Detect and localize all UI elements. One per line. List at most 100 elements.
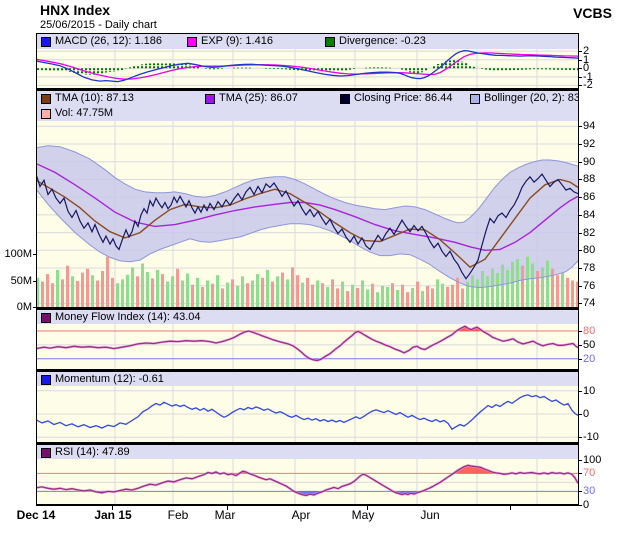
legend-item: Momentum (12): -0.61 (41, 372, 164, 387)
axis-tick-mark (578, 144, 582, 145)
volume-bar (121, 279, 124, 307)
volume-bar (136, 276, 139, 307)
volume-bar (546, 260, 549, 307)
volume-bar (421, 291, 424, 307)
plot-momentum (37, 386, 578, 442)
volume-bar (146, 272, 149, 307)
axis-tick-mark (578, 414, 582, 415)
volume-bar (451, 285, 454, 307)
volume-bar (566, 278, 569, 307)
volume-bar (201, 287, 204, 307)
volume-bar (361, 281, 364, 308)
legend-label: Money Flow Index (14): 43.04 (55, 310, 201, 325)
volume-bar (501, 265, 504, 307)
volume-bar (306, 278, 309, 307)
tma10-swatch-icon (41, 94, 51, 104)
volume-bar (441, 284, 444, 307)
axis-tick-mark (578, 391, 582, 392)
volume-bar (161, 274, 164, 307)
axis-tick-mark (578, 345, 582, 346)
volume-bar (166, 282, 169, 307)
volume-bar (351, 285, 354, 307)
volume-bar (391, 283, 394, 307)
volume-bar (511, 262, 514, 307)
y-axis-label: -10 (583, 431, 599, 443)
legend-label: MACD (26, 12): 1.186 (55, 34, 162, 49)
axis-tick-mark (578, 77, 582, 78)
legend-item: EXP (9): 1.416 (187, 34, 273, 49)
macd-swatch-icon (41, 37, 51, 47)
legend-label: RSI (14): 47.89 (55, 445, 130, 460)
legend-label: TMA (25): 86.07 (219, 91, 298, 106)
volume-bar (176, 269, 179, 307)
volume-bar (436, 279, 439, 307)
volume-axis-label: 0M (1, 301, 32, 313)
volume-bar (541, 267, 544, 307)
volume-bar (516, 259, 519, 307)
volume-bar (116, 283, 119, 307)
volume-bar (96, 281, 99, 308)
volume-bar (381, 286, 384, 307)
volume-bar (356, 288, 359, 307)
volume-axis-label: 50M (1, 275, 32, 287)
volume-bar (331, 279, 334, 307)
chart-area: MACD (26, 12): 1.186EXP (9): 1.416Diverg… (0, 0, 620, 535)
volume-bar (401, 285, 404, 307)
volume-swatch-icon (41, 109, 51, 119)
legend-label: Vol: 47.75M (55, 106, 113, 121)
volume-bar (196, 278, 199, 307)
y-axis-label: 88 (583, 173, 595, 185)
axis-tick-mark (578, 331, 582, 332)
volume-bar (431, 288, 434, 307)
volume-bar (491, 269, 494, 307)
x-axis-tick (510, 506, 511, 510)
volume-bar (561, 273, 564, 307)
volume-bar (386, 287, 389, 307)
y-axis-label: 94 (583, 120, 595, 132)
volume-tick-mark (33, 281, 37, 282)
legend-item: Vol: 47.75M (41, 106, 113, 121)
volume-bar (316, 281, 319, 308)
closing-price-swatch-icon (340, 94, 350, 104)
volume-bar (206, 281, 209, 308)
momentum-swatch-icon (41, 375, 51, 385)
volume-bar (346, 291, 349, 307)
legend-price: TMA (10): 87.13TMA (25): 86.07Closing Pr… (37, 91, 578, 121)
legend-rsi: RSI (14): 47.89 (37, 445, 578, 459)
legend-label: Bollinger (20, 2): 83.21 - 89.5 (484, 91, 579, 106)
volume-bar (556, 275, 559, 307)
volume-bar (321, 283, 324, 307)
volume-bar (536, 271, 539, 307)
volume-bar (486, 276, 489, 307)
volume-bar (461, 288, 464, 307)
axis-tick-mark (578, 60, 582, 61)
axis-tick-mark (578, 303, 582, 304)
axis-tick-mark (578, 233, 582, 234)
legend-item: Bollinger (20, 2): 83.21 - 89.5 (470, 91, 579, 106)
volume-bar (251, 281, 254, 308)
volume-bar (396, 290, 399, 307)
volume-bar (481, 271, 484, 307)
volume-bar (416, 282, 419, 307)
axis-tick-mark (578, 268, 582, 269)
axis-tick-mark (578, 505, 582, 506)
axis-tick-mark (578, 179, 582, 180)
volume-bar (151, 278, 154, 307)
legend-label: Momentum (12): -0.61 (55, 372, 164, 387)
y-axis-label: -2 (583, 79, 593, 91)
volume-bar (66, 266, 69, 307)
x-axis-month-label: Dec 14 (17, 508, 56, 522)
volume-bar (551, 269, 554, 307)
axis-tick-mark (578, 491, 582, 492)
volume-axis-label: 100M (1, 248, 32, 260)
y-axis-label: 86 (583, 191, 595, 203)
y-axis-label: 70 (583, 467, 595, 479)
volume-bar (236, 286, 239, 307)
x-axis-month-label: Feb (168, 508, 189, 522)
volume-bar (256, 274, 259, 307)
panel-price: TMA (10): 87.13TMA (25): 86.07Closing Pr… (36, 91, 579, 307)
volume-bar (141, 264, 144, 308)
axis-tick-mark (578, 250, 582, 251)
volume-bar (496, 273, 499, 307)
volume-bar (221, 288, 224, 307)
